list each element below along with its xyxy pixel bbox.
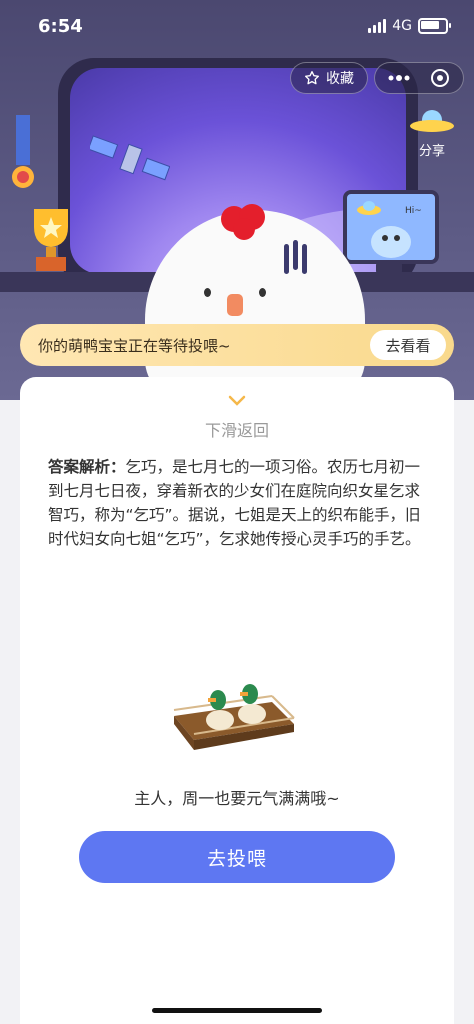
banner-go-button[interactable]: 去看看 (370, 330, 446, 360)
favorite-button[interactable]: 收藏 (290, 62, 368, 94)
monitor-illustration: Hi~ (343, 190, 439, 264)
chevron-down-icon (228, 395, 246, 406)
medal-illustration (12, 115, 34, 188)
analysis-title: 答案解析： (48, 458, 126, 476)
hen-eye-left (204, 288, 211, 297)
hen-comb (221, 204, 265, 240)
hen-beak (227, 294, 243, 316)
status-bar: 6:54 4G (0, 0, 474, 54)
home-indicator[interactable] (152, 1008, 322, 1013)
capsule-menu (374, 62, 464, 94)
monitor-greeting: Hi~ (405, 206, 422, 216)
share-button[interactable]: 分享 (404, 110, 460, 159)
network-type: 4G (392, 18, 412, 34)
satellite-illustration (90, 135, 170, 181)
ufo-share-icon (410, 110, 454, 136)
cheer-message: 主人，周一也要元气满满哦~ (134, 789, 340, 808)
trophy-illustration (34, 209, 68, 271)
ducks-illustration (173, 684, 295, 750)
signal-icon (368, 19, 387, 33)
hen-eye-right (259, 288, 266, 297)
more-icon[interactable] (388, 74, 410, 82)
go-feed-button[interactable]: 去投喂 (79, 831, 395, 883)
sweat-line (293, 240, 298, 270)
star-icon (305, 71, 319, 85)
slide-back-hint[interactable]: 下滑返回 (20, 417, 454, 441)
close-miniprogram-icon[interactable] (430, 68, 450, 88)
sweat-line (302, 244, 307, 274)
duck-feeding-banner[interactable]: 你的萌鸭宝宝正在等待投喂~ 去看看 (20, 324, 454, 366)
share-label: 分享 (418, 144, 445, 159)
battery-icon (418, 18, 451, 34)
favorite-label: 收藏 (326, 71, 354, 87)
status-time: 6:54 (38, 16, 83, 37)
sweat-line (284, 244, 289, 274)
banner-message: 你的萌鸭宝宝正在等待投喂~ (38, 336, 231, 355)
answer-analysis: 答案解析：乞巧，是七月七的一项习俗。农历七月初一到七月七日夜，穿着新衣的少女们在… (48, 455, 428, 551)
answer-card: 下滑返回 答案解析：乞巧，是七月七的一项习俗。农历七月初一到七月七日夜，穿着新衣… (20, 377, 454, 1024)
